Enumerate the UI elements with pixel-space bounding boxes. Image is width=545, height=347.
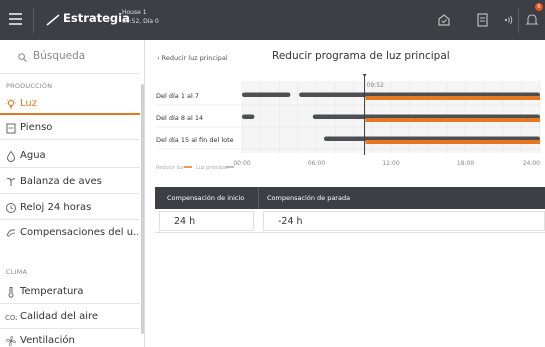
notification-badge: 6 (535, 3, 543, 11)
divider (0, 303, 140, 304)
back-link[interactable]: ‹ Reducir luz principal (157, 54, 228, 62)
table-row: 24 h -24 h (155, 209, 545, 233)
sidebar-item-pienso[interactable]: Pienso (0, 119, 140, 139)
legend-main-label: Luz principal (196, 165, 228, 171)
house-name: House 1 (122, 9, 147, 16)
sidebar-item-agua[interactable]: Agua (0, 147, 140, 167)
row-label: Del día 15 al fin del lote (156, 136, 234, 144)
sidebar-item-label: Temperatura (20, 286, 84, 297)
divider (258, 187, 259, 209)
top-bar: Estrategia House 1 09:52, Día 0 6 (0, 0, 545, 40)
feed-icon (6, 123, 16, 134)
divider (0, 139, 140, 140)
legend-reduce-label: Reducir luz (156, 165, 184, 171)
column-header-start: Compensación de inicio (167, 194, 245, 202)
svg-text:CO₂: CO₂ (5, 314, 17, 322)
speaker-icon[interactable] (500, 12, 516, 28)
page-title: Reducir programa de luz principal (272, 50, 450, 62)
house-time: 09:52, Día 0 (122, 18, 159, 25)
sidebar-item-label: Ventilación (20, 335, 75, 346)
light-schedule-chart: Del día 1 al 7 Del día 8 al 14 Del día 15 … (156, 74, 541, 171)
main-panel: ‹ Reducir luz principal Reducir programa… (146, 40, 545, 347)
sidebar-item-label: Reloj 24 horas (20, 202, 92, 213)
bird-scale-icon (6, 177, 16, 186)
sidebar-item-label: Agua (20, 150, 46, 161)
ventilation-icon (6, 336, 16, 346)
reduce-light-bar (365, 140, 540, 144)
sidebar-scrollbar[interactable] (141, 84, 144, 334)
x-tick-label: 24:00 (523, 160, 540, 167)
back-label: Reducir luz principal (161, 54, 228, 62)
divider (0, 193, 140, 194)
row-label: Del día 1 al 7 (156, 92, 199, 100)
divider (33, 8, 34, 33)
sidebar-item-label: Pienso (20, 122, 53, 133)
search-input[interactable]: Búsqueda (33, 50, 85, 62)
section-production-title: PRODUCCIÓN (6, 82, 53, 90)
sidebar-item-balanza[interactable]: Balanza de aves (0, 173, 140, 193)
start-offset-field[interactable]: 24 h (159, 211, 254, 231)
bell-icon[interactable] (525, 12, 539, 28)
main-light-bar (242, 114, 255, 119)
document-icon[interactable] (474, 12, 490, 28)
sidebar-item-compensaciones[interactable]: Compensaciones del u... (0, 224, 140, 244)
column-header-stop: Compensación de parada (267, 194, 351, 202)
sidebar-item-calidad-aire[interactable]: CO₂ Calidad del aire (0, 308, 140, 328)
sidebar-item-ventilacion[interactable]: Ventilación (0, 332, 140, 347)
divider (0, 73, 140, 74)
menu-icon[interactable] (9, 13, 22, 25)
reduce-light-bar (365, 96, 540, 100)
thermometer-icon (8, 287, 14, 298)
clock-icon (6, 203, 16, 213)
compensation-icon (6, 229, 16, 238)
water-drop-icon (6, 150, 16, 162)
sidebar-item-label: Compensaciones del u... (20, 227, 138, 238)
app-title: Estrategia (63, 11, 130, 25)
stop-offset-field[interactable]: -24 h (263, 211, 545, 231)
sidebar-item-label: Calidad del aire (20, 311, 99, 322)
sidebar-item-label: Balanza de aves (20, 176, 102, 187)
x-tick-label: 12:00 (382, 160, 399, 167)
divider (0, 167, 140, 168)
house-check-icon[interactable] (436, 12, 452, 28)
reduce-light-bar (365, 118, 540, 122)
section-climate-title: CLIMA (6, 268, 28, 276)
row-label: Del día 8 al 14 (156, 114, 203, 122)
divider (518, 8, 519, 33)
current-time-marker (362, 74, 367, 77)
main-light-bar (242, 92, 291, 97)
divider (0, 219, 140, 220)
sidebar-item-label: Luz (20, 98, 37, 109)
x-tick-label: 18:00 (457, 160, 474, 167)
table-header: Compensación de inicio Compensación de p… (155, 187, 545, 209)
trend-icon (46, 14, 60, 26)
house-info[interactable]: House 1 09:52, Día 0 (122, 8, 159, 26)
compensation-table: Compensación de inicio Compensación de p… (155, 187, 545, 233)
sidebar-item-luz[interactable]: Luz (0, 95, 140, 115)
x-tick-label: 06:00 (308, 160, 325, 167)
sidebar-item-temperatura[interactable]: Temperatura (0, 283, 140, 303)
x-tick-label: 00:00 (233, 160, 250, 167)
sidebar-item-reloj[interactable]: Reloj 24 horas (0, 199, 140, 219)
divider (0, 328, 140, 329)
search-icon (18, 53, 27, 62)
sidebar: Búsqueda PRODUCCIÓN Luz Pienso Agua Bala… (0, 40, 145, 347)
current-time-label: 09:52 (367, 82, 384, 89)
air-quality-icon: CO₂ (5, 314, 17, 322)
bulb-icon (6, 98, 16, 109)
